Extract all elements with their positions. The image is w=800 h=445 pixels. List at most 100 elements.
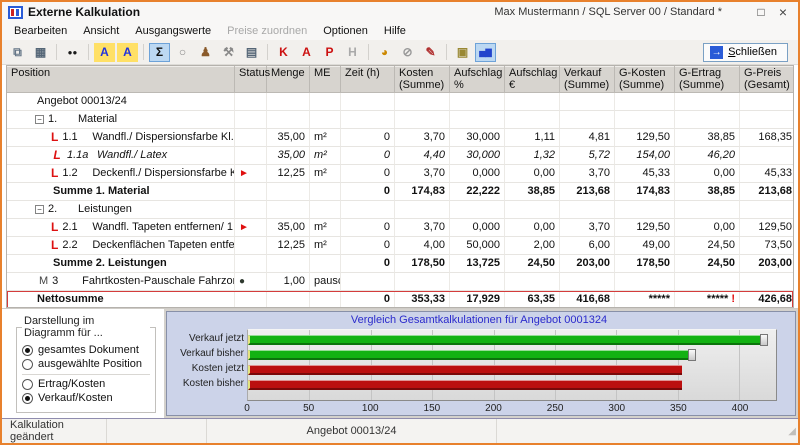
position-cell: L2.2Deckenflächen Tapeten entfernen/ 1 S… (7, 237, 235, 255)
g_ertrag-cell: 38,85 (675, 183, 740, 201)
table-row[interactable]: Nettosumme0353,3317,92963,35416,68******… (7, 291, 793, 308)
g_ertrag-value: 38,85 (707, 185, 735, 197)
me-value: m² (314, 131, 327, 143)
column-header-me[interactable]: ME (310, 66, 341, 93)
radio-button-icon[interactable] (22, 379, 33, 390)
chart-bar-row (248, 379, 776, 391)
table-row[interactable]: L1.1Wandfl./ Dispersionsfarbe Kl.335,00m… (7, 129, 793, 147)
calculation-table: PositionStatusMengeMEZeit (h)Kosten(Summ… (6, 65, 794, 308)
verkauf-cell: 416,68 (560, 291, 615, 308)
sigma-icon[interactable]: Σ (149, 43, 170, 62)
column-header-verkauf[interactable]: Verkauf(Summe) (560, 66, 615, 93)
position-cell: Nettosumme (7, 291, 235, 308)
table-row[interactable]: L2.2Deckenflächen Tapeten entfernen/ 1 S… (7, 237, 793, 255)
table-row[interactable]: L2.1Wandfl. Tapeten entfernen/ 1 Schicht… (7, 219, 793, 237)
flag-status-icon: ► (239, 222, 249, 233)
maximize-icon[interactable]: □ (750, 4, 772, 20)
row-type-l-icon: L (51, 148, 63, 163)
tree-collapse-icon[interactable]: − (35, 205, 44, 214)
pie-chart-icon[interactable]: ◕ (374, 43, 395, 62)
status-bar: Kalkulation geändertAngebot 00013/24◢ (2, 418, 798, 443)
export-device-icon[interactable]: ▣ (452, 43, 473, 62)
resize-grip-icon[interactable]: ◢ (788, 426, 798, 437)
table-row[interactable]: L1.2Deckenfl./ Dispersionsfarbe Kl.3►12,… (7, 165, 793, 183)
chart-toggle-icon[interactable]: ▅▇ (475, 43, 496, 62)
auf_eur-cell: 24,50 (505, 255, 560, 273)
crane-icon[interactable]: ⚒ (218, 43, 239, 62)
column-header-auf_pct[interactable]: Aufschlag% (450, 66, 505, 93)
radio-button-icon[interactable] (22, 393, 33, 404)
column-header-auf_eur[interactable]: Aufschlag€ (505, 66, 560, 93)
worker-icon[interactable]: ♟ (195, 43, 216, 62)
row-type-l-icon: L (51, 238, 58, 253)
column-header-menge[interactable]: Menge (267, 66, 310, 93)
column-header-position[interactable]: Position (7, 66, 235, 93)
close-arrow-icon: → (710, 46, 723, 59)
sphere-status-icon: ● (239, 276, 245, 287)
menu-item-optionen[interactable]: Optionen (315, 24, 376, 38)
g_kosten-cell: 49,00 (615, 237, 675, 255)
column-header-g_ertrag[interactable]: G-Ertrag(Summe) (675, 66, 740, 93)
status-cell (235, 237, 267, 255)
bottom-panel: Darstellung im Diagramm für ... gesamtes… (2, 308, 798, 418)
g_ertrag-value: 24,50 (707, 257, 735, 269)
column-header-g_preis[interactable]: G-Preis(Gesamt) (740, 66, 794, 93)
g_preis-cell: 426,68 (740, 291, 794, 308)
radio-ertrag-kosten[interactable]: Ertrag/Kosten (22, 378, 150, 390)
column-header-zeit[interactable]: Zeit (h) (341, 66, 395, 93)
ring-icon[interactable]: ○ (172, 43, 193, 62)
auf_eur-value: 0,00 (534, 167, 555, 179)
column-header-status[interactable]: Status (235, 66, 267, 93)
search-icon[interactable]: ●● (62, 43, 83, 62)
kalkulation-a-icon[interactable]: A (296, 43, 317, 62)
auf_eur-value: 24,50 (527, 257, 555, 269)
column-header-g_kosten[interactable]: G-Kosten(Summe) (615, 66, 675, 93)
font-a-blue-icon[interactable]: A (117, 43, 138, 62)
radio-button-icon[interactable] (22, 345, 33, 356)
position-label: Wandfl./ Dispersionsfarbe Kl.3 (92, 130, 235, 145)
radio-ausgew-hlte-position[interactable]: ausgewählte Position (22, 358, 150, 370)
document-icon[interactable]: ▤ (241, 43, 262, 62)
verkauf-cell (560, 93, 615, 111)
font-a-yellow-icon[interactable]: A (94, 43, 115, 62)
kosten-cell: 4,00 (395, 237, 450, 255)
table-row[interactable]: −2.Leistungen (7, 201, 793, 219)
g_preis-cell (740, 201, 794, 219)
x-tick-label: 0 (244, 403, 250, 414)
radio-button-icon[interactable] (22, 359, 33, 370)
copy-icon[interactable]: ⧉ (7, 43, 28, 62)
schliessen-button[interactable]: → Schließen (703, 43, 788, 62)
table-row[interactable]: −1.Material (7, 111, 793, 129)
no-entry-icon[interactable]: ⊘ (397, 43, 418, 62)
table-row[interactable]: M3Fahrtkosten-Pauschale Fahrzone B●1,00p… (7, 273, 793, 291)
kosten-value: 178,50 (411, 257, 445, 269)
menu-item-bearbeiten[interactable]: Bearbeiten (6, 24, 75, 38)
tree-collapse-icon[interactable]: − (35, 115, 44, 124)
column-header-kosten[interactable]: Kosten(Summe) (395, 66, 450, 93)
radio-label: gesamtes Dokument (38, 344, 139, 356)
g_preis-cell (740, 93, 794, 111)
menu-item-ausgangswerte[interactable]: Ausgangswerte (127, 24, 219, 38)
kalkulation-k-icon[interactable]: K (273, 43, 294, 62)
table-row[interactable]: L1.1aWandfl./ Latex35,00m²04,4030,0001,3… (7, 147, 793, 165)
menu-item-hilfe[interactable]: Hilfe (376, 24, 414, 38)
auf_eur-cell: 0,00 (505, 219, 560, 237)
radio-verkauf-kosten[interactable]: Verkauf/Kosten (22, 392, 150, 404)
menu-item-ansicht[interactable]: Ansicht (75, 24, 127, 38)
g_ertrag-cell (675, 93, 740, 111)
statusbar-segment: Kalkulation geändert (2, 419, 107, 443)
edit-pencil-icon[interactable]: ✎ (420, 43, 441, 62)
radio-gesamtes-dokument[interactable]: gesamtes Dokument (22, 344, 150, 356)
kalkulation-p-icon[interactable]: P (319, 43, 340, 62)
status-cell (235, 201, 267, 219)
save-export-icon[interactable]: ▦ (30, 43, 51, 62)
position-cell: L1.1Wandfl./ Dispersionsfarbe Kl.3 (7, 129, 235, 147)
table-row[interactable]: Summe 1. Material0174,8322,22238,85213,6… (7, 183, 793, 201)
position-code: 1.2 (62, 166, 88, 181)
table-row[interactable]: Summe 2. Leistungen0178,5013,72524,50203… (7, 255, 793, 273)
g_preis-cell: 168,35 (740, 129, 794, 147)
menge-cell (267, 183, 310, 201)
table-row[interactable]: Angebot 00013/24 (7, 93, 793, 111)
kalkulation-h-icon[interactable]: H (342, 43, 363, 62)
close-icon[interactable]: × (772, 4, 794, 20)
